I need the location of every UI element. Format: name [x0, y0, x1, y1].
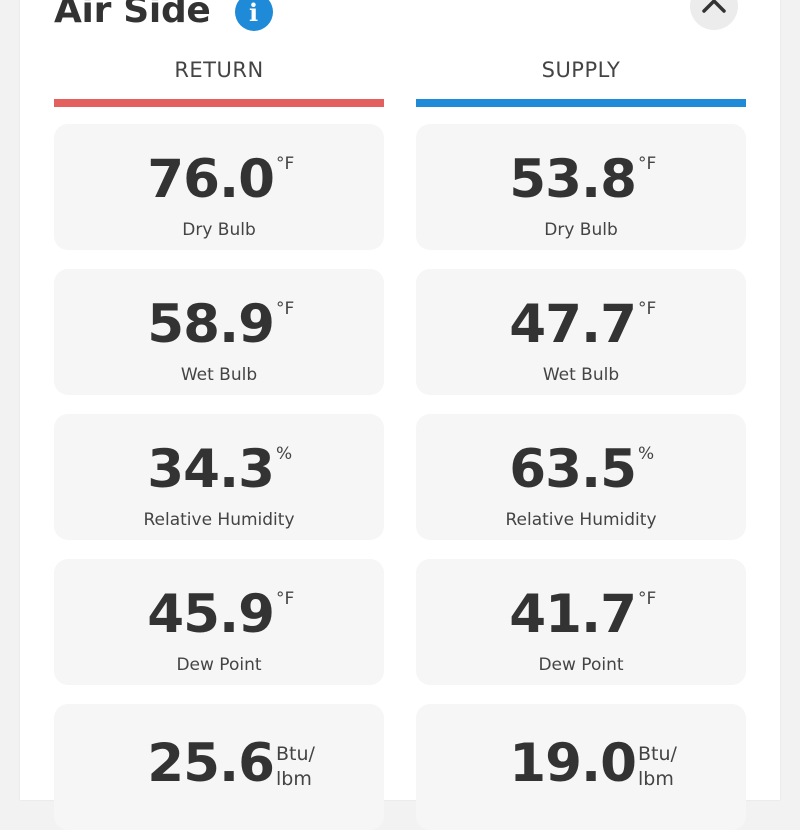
metric-label: Wet Bulb [180, 365, 258, 385]
metric-value: 41.7 [509, 584, 637, 645]
supply-heading: SUPPLY [541, 58, 621, 82]
metric-label: Dry Bulb [544, 220, 618, 240]
metric-value: 34.3 [147, 439, 275, 500]
section-title: Air Side [54, 0, 211, 31]
return-heading: RETURN [174, 58, 264, 82]
metric-unit: % [276, 444, 293, 464]
metric-unit: Btu/ lbm [276, 743, 315, 790]
supply-relative-humidity-card: 63.5 % Relative Humidity [416, 414, 746, 540]
info-icon[interactable]: i [234, 0, 273, 31]
supply-dew-point-card: 41.7 °F Dew Point [416, 559, 746, 685]
supply-accent-bar [416, 99, 746, 107]
return-wet-bulb-card: 58.9 °F Wet Bulb [54, 269, 384, 395]
metric-value: 76.0 [147, 149, 275, 210]
metric-unit: °F [276, 299, 295, 319]
metric-unit: °F [276, 154, 295, 174]
metric-value: 53.8 [509, 149, 637, 210]
metric-value: 63.5 [509, 439, 637, 500]
metric-unit: °F [276, 589, 295, 609]
metric-label: Dew Point [538, 655, 624, 675]
metric-label: Relative Humidity [505, 510, 657, 530]
supply-wet-bulb-card: 47.7 °F Wet Bulb [416, 269, 746, 395]
metric-value: 25.6 [147, 733, 275, 794]
metric-value: 58.9 [147, 294, 275, 355]
metric-unit: °F [638, 154, 657, 174]
metric-unit: °F [638, 299, 657, 319]
metric-value: 45.9 [147, 584, 275, 645]
metric-unit: % [638, 444, 655, 464]
metric-unit: Btu/ lbm [638, 743, 677, 790]
metric-value: 19.0 [509, 733, 637, 794]
metric-value: 47.7 [509, 294, 637, 355]
metric-label: Dew Point [176, 655, 262, 675]
return-dew-point-card: 45.9 °F Dew Point [54, 559, 384, 685]
return-relative-humidity-card: 34.3 % Relative Humidity [54, 414, 384, 540]
metric-unit: °F [638, 589, 657, 609]
metric-label: Relative Humidity [143, 510, 295, 530]
return-enthalpy-card: 25.6 Btu/ lbm [54, 704, 384, 830]
supply-dry-bulb-card: 53.8 °F Dry Bulb [416, 124, 746, 250]
section-header: Air Side i [54, 0, 273, 40]
return-accent-bar [54, 99, 384, 107]
metric-label: Wet Bulb [542, 365, 620, 385]
return-dry-bulb-card: 76.0 °F Dry Bulb [54, 124, 384, 250]
chevron-up-icon [702, 0, 726, 13]
metric-label: Dry Bulb [182, 220, 256, 240]
supply-enthalpy-card: 19.0 Btu/ lbm [416, 704, 746, 830]
